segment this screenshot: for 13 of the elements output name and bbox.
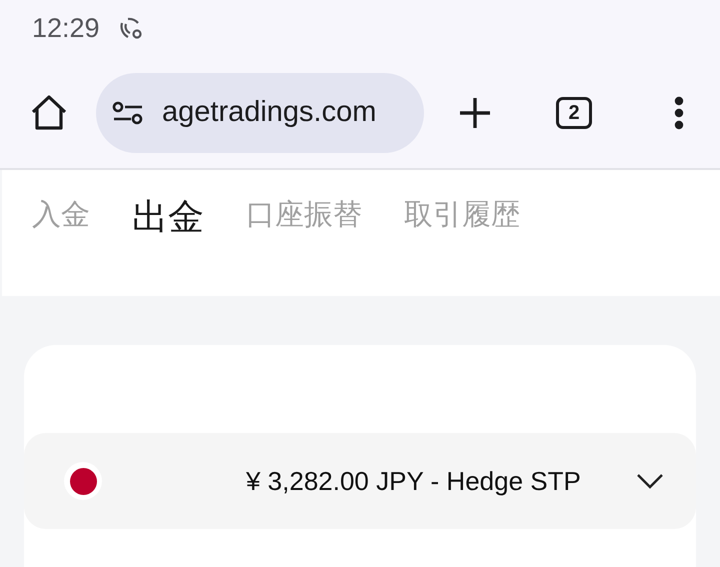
new-tab-icon[interactable]	[458, 96, 492, 130]
tab-count-button[interactable]: 2	[556, 97, 592, 129]
url-text: agetradings.com	[162, 95, 376, 130]
signal-settings-icon	[118, 15, 144, 41]
chevron-down-icon	[636, 473, 664, 489]
status-time: 12:29	[32, 12, 100, 45]
page-tab[interactable]: 出金	[132, 190, 204, 244]
japan-flag-icon	[64, 462, 102, 500]
address-bar[interactable]: agetradings.com	[96, 73, 424, 153]
site-settings-icon[interactable]	[112, 101, 144, 125]
home-icon[interactable]	[30, 95, 68, 131]
account-dropdown[interactable]: ¥ 3,282.00 JPY - Hedge STP	[24, 433, 696, 529]
menu-icon[interactable]	[674, 96, 684, 130]
